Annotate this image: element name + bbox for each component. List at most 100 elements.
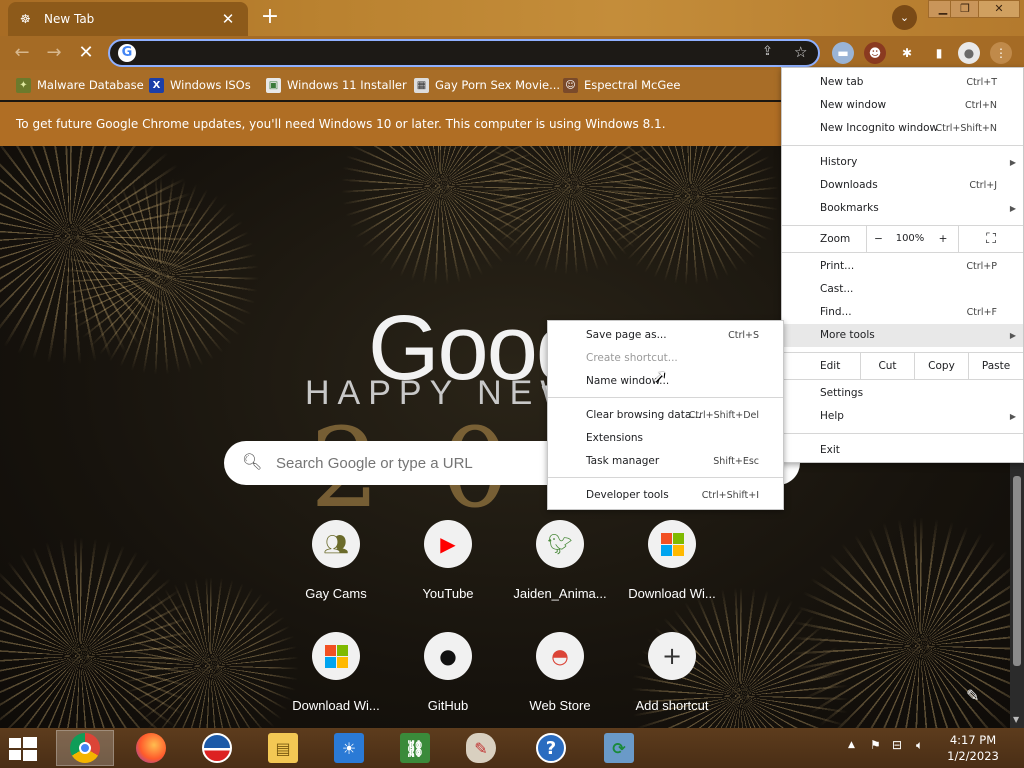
shortcut-tile[interactable]: 👥︎ Gay Cams	[280, 520, 392, 620]
taskbar-help[interactable]: ?	[522, 730, 580, 766]
shortcut-tile[interactable]: 🐦︎ Jaiden_Anima...	[504, 520, 616, 620]
taskbar-network-people[interactable]: ⛓	[386, 730, 444, 766]
zoom-in-button[interactable]: +	[930, 226, 956, 252]
tab-favicon-icon: ☸	[20, 12, 31, 26]
close-window-button[interactable]: ✕	[978, 0, 1020, 18]
bookmark-espectral-mcgee[interactable]: ☺ Espectral McGee	[563, 77, 680, 93]
submenu-extensions[interactable]: Extensions	[548, 427, 783, 450]
firework-decoration	[60, 176, 260, 376]
copy-button[interactable]: Copy	[914, 353, 968, 379]
network-people-icon: ⛓	[400, 733, 430, 763]
action-center-flag-icon[interactable]: ⚑	[870, 738, 881, 752]
shortcut-tile[interactable]: Download Wi...	[616, 520, 728, 620]
extensions-puzzle-icon[interactable]: ✱	[896, 42, 918, 64]
taskbar-firefox[interactable]	[122, 730, 180, 766]
menu-find[interactable]: Find... Ctrl+F	[782, 301, 1023, 324]
windows-start-icon[interactable]	[8, 736, 38, 762]
profile-avatar-icon[interactable]: ●	[958, 42, 980, 64]
help-icon: ?	[536, 733, 566, 763]
firefox-icon	[136, 733, 166, 763]
show-hidden-icons-icon[interactable]: ▲	[848, 740, 855, 750]
network-icon[interactable]: ⊟	[892, 738, 902, 752]
menu-history[interactable]: History ▶	[782, 151, 1023, 174]
menu-item-label: Print...	[820, 260, 855, 272]
shortcut-label: Download Wi...	[628, 586, 716, 601]
menu-new-window[interactable]: New window Ctrl+N	[782, 94, 1023, 117]
taskbar-weather[interactable]: ☀	[320, 730, 378, 766]
restore-button[interactable]: ❐	[950, 0, 980, 18]
shortcut-tile[interactable]: ▶ YouTube	[392, 520, 504, 620]
bookmark-movie[interactable]: ▦ Gay Porn Sex Movie...	[414, 77, 560, 93]
tab-close-icon[interactable]: ✕	[220, 10, 236, 28]
menu-item-label: Settings	[820, 387, 864, 399]
submenu-task-manager[interactable]: Task manager Shift+Esc	[548, 450, 783, 473]
profile-extension-icon[interactable]: ☻	[864, 42, 886, 64]
share-icon[interactable]: ⇪	[762, 44, 773, 59]
fullscreen-icon[interactable]: ⛶	[958, 226, 1023, 252]
submenu-arrow-icon: ▶	[1009, 158, 1016, 167]
submenu-clear-browsing-data[interactable]: Clear browsing data... Ctrl+Shift+Del	[548, 404, 783, 427]
menu-settings[interactable]: Settings	[782, 382, 1023, 405]
firework-decoration	[600, 146, 780, 286]
menu-item-label: New Incognito window	[820, 122, 939, 134]
zoom-out-button[interactable]: −	[866, 226, 890, 252]
menu-help[interactable]: Help ▶	[782, 405, 1023, 428]
new-tab-button[interactable]: +	[258, 6, 282, 30]
menu-cast[interactable]: Cast...	[782, 278, 1023, 301]
menu-item-label: Cast...	[820, 283, 854, 295]
submenu-arrow-icon: ▶	[1009, 412, 1016, 421]
shortcut-tile[interactable]: Download Wi...	[280, 632, 392, 728]
bookmark-windows-isos[interactable]: X Windows ISOs	[149, 77, 251, 93]
tab-search-button[interactable]: ⌄	[892, 5, 917, 30]
omnibox-input[interactable]	[142, 44, 742, 62]
menu-edit-row: Edit Cut Copy Paste	[782, 353, 1023, 379]
customize-pencil-icon[interactable]: ✎	[966, 686, 979, 705]
menu-new-tab[interactable]: New tab Ctrl+T	[782, 71, 1023, 94]
bookmark-star-icon[interactable]: ☆	[794, 43, 807, 61]
submenu-arrow-icon: ▶	[1009, 204, 1016, 213]
taskbar-computer-refresh[interactable]: ⟳	[590, 730, 648, 766]
taskbar-paint[interactable]: ✎	[452, 730, 510, 766]
back-arrow-icon[interactable]: ←	[10, 41, 34, 65]
menu-new-incognito-window[interactable]: New Incognito window Ctrl+Shift+N	[782, 117, 1023, 140]
scrollbar-thumb[interactable]	[1013, 476, 1021, 666]
bookmark-windows-11-installer[interactable]: ▣ Windows 11 Installer	[266, 77, 407, 93]
menu-downloads[interactable]: Downloads Ctrl+J	[782, 174, 1023, 197]
bookmark-label: Gay Porn Sex Movie...	[435, 78, 561, 92]
shortcut-tile[interactable]: ● GitHub	[392, 632, 504, 728]
taskbar-obama-logo[interactable]	[188, 730, 246, 766]
taskbar-chrome[interactable]	[56, 730, 114, 766]
menu-item-label: New tab	[820, 76, 864, 88]
menu-kebab-icon[interactable]: ⋮	[990, 42, 1012, 64]
submenu-item-label: Task manager	[586, 455, 660, 467]
menu-print[interactable]: Print... Ctrl+P	[782, 255, 1023, 278]
tab-new-tab[interactable]: ☸ New Tab ✕	[8, 2, 248, 36]
submenu-developer-tools[interactable]: Developer tools Ctrl+Shift+I	[548, 484, 783, 507]
address-bar[interactable]: G ⇪ ☆	[108, 39, 820, 67]
zoom-value: 100%	[895, 233, 925, 244]
taskbar-clock[interactable]: 4:17 PM 1/2/2023	[928, 732, 1018, 764]
submenu-item-label: Developer tools	[586, 489, 669, 501]
forward-arrow-icon[interactable]: →	[42, 41, 66, 65]
taskbar-file-explorer[interactable]: ▤	[254, 730, 312, 766]
menu-more-tools[interactable]: More tools ▶	[782, 324, 1023, 347]
volume-icon[interactable]: 🔈︎	[916, 738, 923, 753]
scroll-down-arrow-icon[interactable]: ▼	[1013, 715, 1019, 724]
extension-flag-icon[interactable]: ▬	[832, 42, 854, 64]
bookmark-malware-database[interactable]: ✦ Malware Database	[16, 77, 144, 93]
submenu-save-page[interactable]: Save page as... Ctrl+S	[548, 324, 783, 347]
shortcut-tile[interactable]: ◓ Web Store	[504, 632, 616, 728]
side-panel-icon[interactable]: ▮	[928, 42, 950, 64]
submenu-shortcut: Ctrl+S	[728, 330, 759, 341]
menu-exit[interactable]: Exit	[782, 439, 1023, 462]
stop-loading-icon[interactable]: ✕	[74, 41, 98, 65]
github-icon: ●	[424, 632, 472, 680]
menu-bookmarks[interactable]: Bookmarks ▶	[782, 197, 1023, 220]
shortcut-label: Download Wi...	[292, 698, 380, 713]
edit-label: Edit	[820, 360, 841, 372]
menu-shortcut: Ctrl+N	[965, 100, 997, 111]
paste-button[interactable]: Paste	[968, 353, 1023, 379]
weather-icon: ☀	[334, 733, 364, 763]
cut-button[interactable]: Cut	[860, 353, 914, 379]
add-shortcut-tile[interactable]: + Add shortcut	[616, 632, 728, 728]
